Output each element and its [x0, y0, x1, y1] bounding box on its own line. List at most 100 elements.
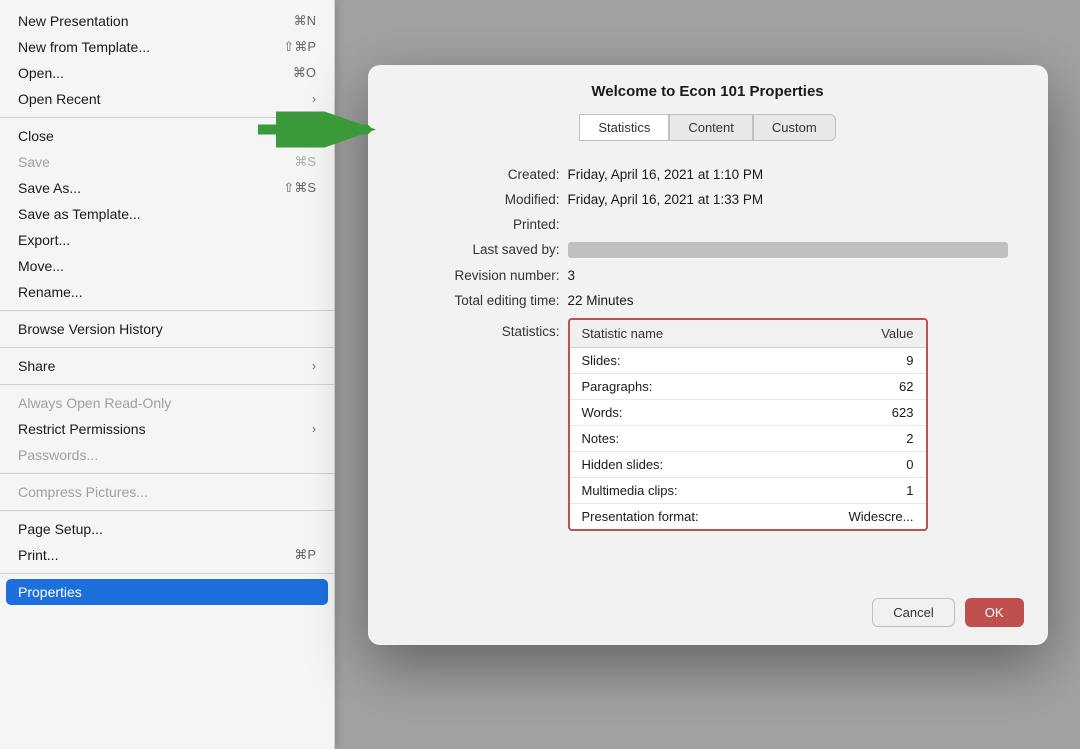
col-value-header: Value: [788, 320, 926, 348]
table-row: Notes:2: [570, 425, 926, 451]
properties-dialog: Welcome to Econ 101 Properties Statistic…: [368, 65, 1048, 645]
table-row: Slides:9: [570, 347, 926, 373]
menu-item-move-[interactable]: Move...: [0, 253, 334, 279]
stat-value: 623: [788, 399, 926, 425]
created-label: Created:: [408, 167, 568, 182]
printed-row: Printed:: [408, 217, 1008, 232]
menu-item-save-as-template-[interactable]: Save as Template...: [0, 201, 334, 227]
statistics-table: Statistic name Value Slides:9Paragraphs:…: [570, 320, 926, 529]
menu-divider: [0, 347, 334, 348]
menu-item-label: Export...: [18, 232, 70, 248]
col-name-header: Statistic name: [570, 320, 788, 348]
chevron-right-icon: ›: [312, 92, 316, 106]
stat-name: Notes:: [570, 425, 788, 451]
menu-item-label: Close: [18, 128, 54, 144]
stat-value: 62: [788, 373, 926, 399]
menu-item-label: Print...: [18, 547, 58, 563]
stat-name: Multimedia clips:: [570, 477, 788, 503]
menu-item-save-as-[interactable]: Save As... ⇧⌘S: [0, 175, 334, 201]
table-row: Paragraphs:62: [570, 373, 926, 399]
menu-item-label: Passwords...: [18, 447, 98, 463]
menu-item-properties[interactable]: Properties: [6, 579, 328, 605]
menu-item-always-open-read-only: Always Open Read-Only: [0, 390, 334, 416]
table-row: Presentation format:Widescre...: [570, 503, 926, 529]
cancel-button[interactable]: Cancel: [872, 598, 954, 627]
menu-item-label: Save As...: [18, 180, 81, 196]
dialog-footer: Cancel OK: [368, 584, 1048, 645]
menu-item-label: Properties: [18, 584, 82, 600]
stat-value: 9: [788, 347, 926, 373]
menu-shortcut: ⇧⌘P: [283, 39, 316, 55]
modified-row: Modified: Friday, April 16, 2021 at 1:33…: [408, 192, 1008, 207]
chevron-right-icon: ›: [312, 359, 316, 373]
menu-divider: [0, 310, 334, 311]
menu-item-compress-pictures-: Compress Pictures...: [0, 479, 334, 505]
menu-item-label: Restrict Permissions: [18, 421, 146, 437]
menu-item-new-from-template-[interactable]: New from Template... ⇧⌘P: [0, 34, 334, 60]
last-saved-label: Last saved by:: [408, 242, 568, 257]
stat-value: Widescre...: [788, 503, 926, 529]
menu-item-open-recent[interactable]: Open Recent ›: [0, 86, 334, 112]
menu-item-export-[interactable]: Export...: [0, 227, 334, 253]
ok-button[interactable]: OK: [965, 598, 1024, 627]
menu-item-label: Open...: [18, 65, 64, 81]
menu-shortcut: ⌘O: [293, 65, 316, 81]
menu-divider: [0, 510, 334, 511]
modified-label: Modified:: [408, 192, 568, 207]
stat-value: 0: [788, 451, 926, 477]
tab-custom[interactable]: Custom: [753, 114, 836, 141]
table-row: Words:623: [570, 399, 926, 425]
menu-item-share[interactable]: Share›: [0, 353, 334, 379]
statistics-row: Statistics: Statistic name Value Slides:…: [408, 318, 1008, 531]
arrow-indicator: [258, 112, 378, 153]
table-row: Hidden slides:0: [570, 451, 926, 477]
dialog-tabs: Statistics Content Custom: [368, 114, 1048, 151]
tab-content[interactable]: Content: [669, 114, 753, 141]
menu-item-restrict-permissions[interactable]: Restrict Permissions›: [0, 416, 334, 442]
menu-item-label: Always Open Read-Only: [18, 395, 171, 411]
last-saved-value: [568, 242, 1008, 258]
editing-value: 22 Minutes: [568, 293, 1008, 308]
menu-divider: [0, 573, 334, 574]
created-value: Friday, April 16, 2021 at 1:10 PM: [568, 167, 1008, 182]
menu-item-new-presentation[interactable]: New Presentation ⌘N: [0, 8, 334, 34]
menu-item-label: Compress Pictures...: [18, 484, 148, 500]
created-row: Created: Friday, April 16, 2021 at 1:10 …: [408, 167, 1008, 182]
menu-item-label: Browse Version History: [18, 321, 163, 337]
stat-name: Presentation format:: [570, 503, 788, 529]
stat-value: 1: [788, 477, 926, 503]
stat-name: Hidden slides:: [570, 451, 788, 477]
menu-shortcut: ⌘S: [294, 154, 316, 170]
menu-shortcut: ⌘N: [294, 13, 316, 29]
menu-divider: [0, 473, 334, 474]
revision-value: 3: [568, 268, 1008, 283]
menu-item-passwords-: Passwords...: [0, 442, 334, 468]
menu-divider: [0, 384, 334, 385]
tab-statistics[interactable]: Statistics: [579, 114, 669, 141]
menu-item-page-setup-[interactable]: Page Setup...: [0, 516, 334, 542]
table-row: Multimedia clips:1: [570, 477, 926, 503]
revision-label: Revision number:: [408, 268, 568, 283]
menu-item-save: Save⌘S: [0, 149, 334, 175]
stat-name: Paragraphs:: [570, 373, 788, 399]
last-saved-row: Last saved by:: [408, 242, 1008, 258]
menu-item-rename-[interactable]: Rename...: [0, 279, 334, 305]
menu-item-label: Move...: [18, 258, 64, 274]
dialog-backdrop: Welcome to Econ 101 Properties Statistic…: [335, 0, 1080, 749]
modified-value: Friday, April 16, 2021 at 1:33 PM: [568, 192, 1008, 207]
menu-item-label: Open Recent: [18, 91, 101, 107]
menu-shortcut: ⇧⌘S: [283, 180, 316, 196]
statistics-table-wrapper: Statistic name Value Slides:9Paragraphs:…: [568, 318, 928, 531]
menu-item-print-[interactable]: Print...⌘P: [0, 542, 334, 568]
menu-item-label: Page Setup...: [18, 521, 103, 537]
menu-item-browse-version-history[interactable]: Browse Version History: [0, 316, 334, 342]
revision-row: Revision number: 3: [408, 268, 1008, 283]
menu-item-open-[interactable]: Open... ⌘O: [0, 60, 334, 86]
editing-label: Total editing time:: [408, 293, 568, 308]
stat-name: Words:: [570, 399, 788, 425]
printed-label: Printed:: [408, 217, 568, 232]
menu-item-label: New Presentation: [18, 13, 129, 29]
stat-name: Slides:: [570, 347, 788, 373]
dialog-title: Welcome to Econ 101 Properties: [368, 65, 1048, 114]
menu-item-label: New from Template...: [18, 39, 150, 55]
